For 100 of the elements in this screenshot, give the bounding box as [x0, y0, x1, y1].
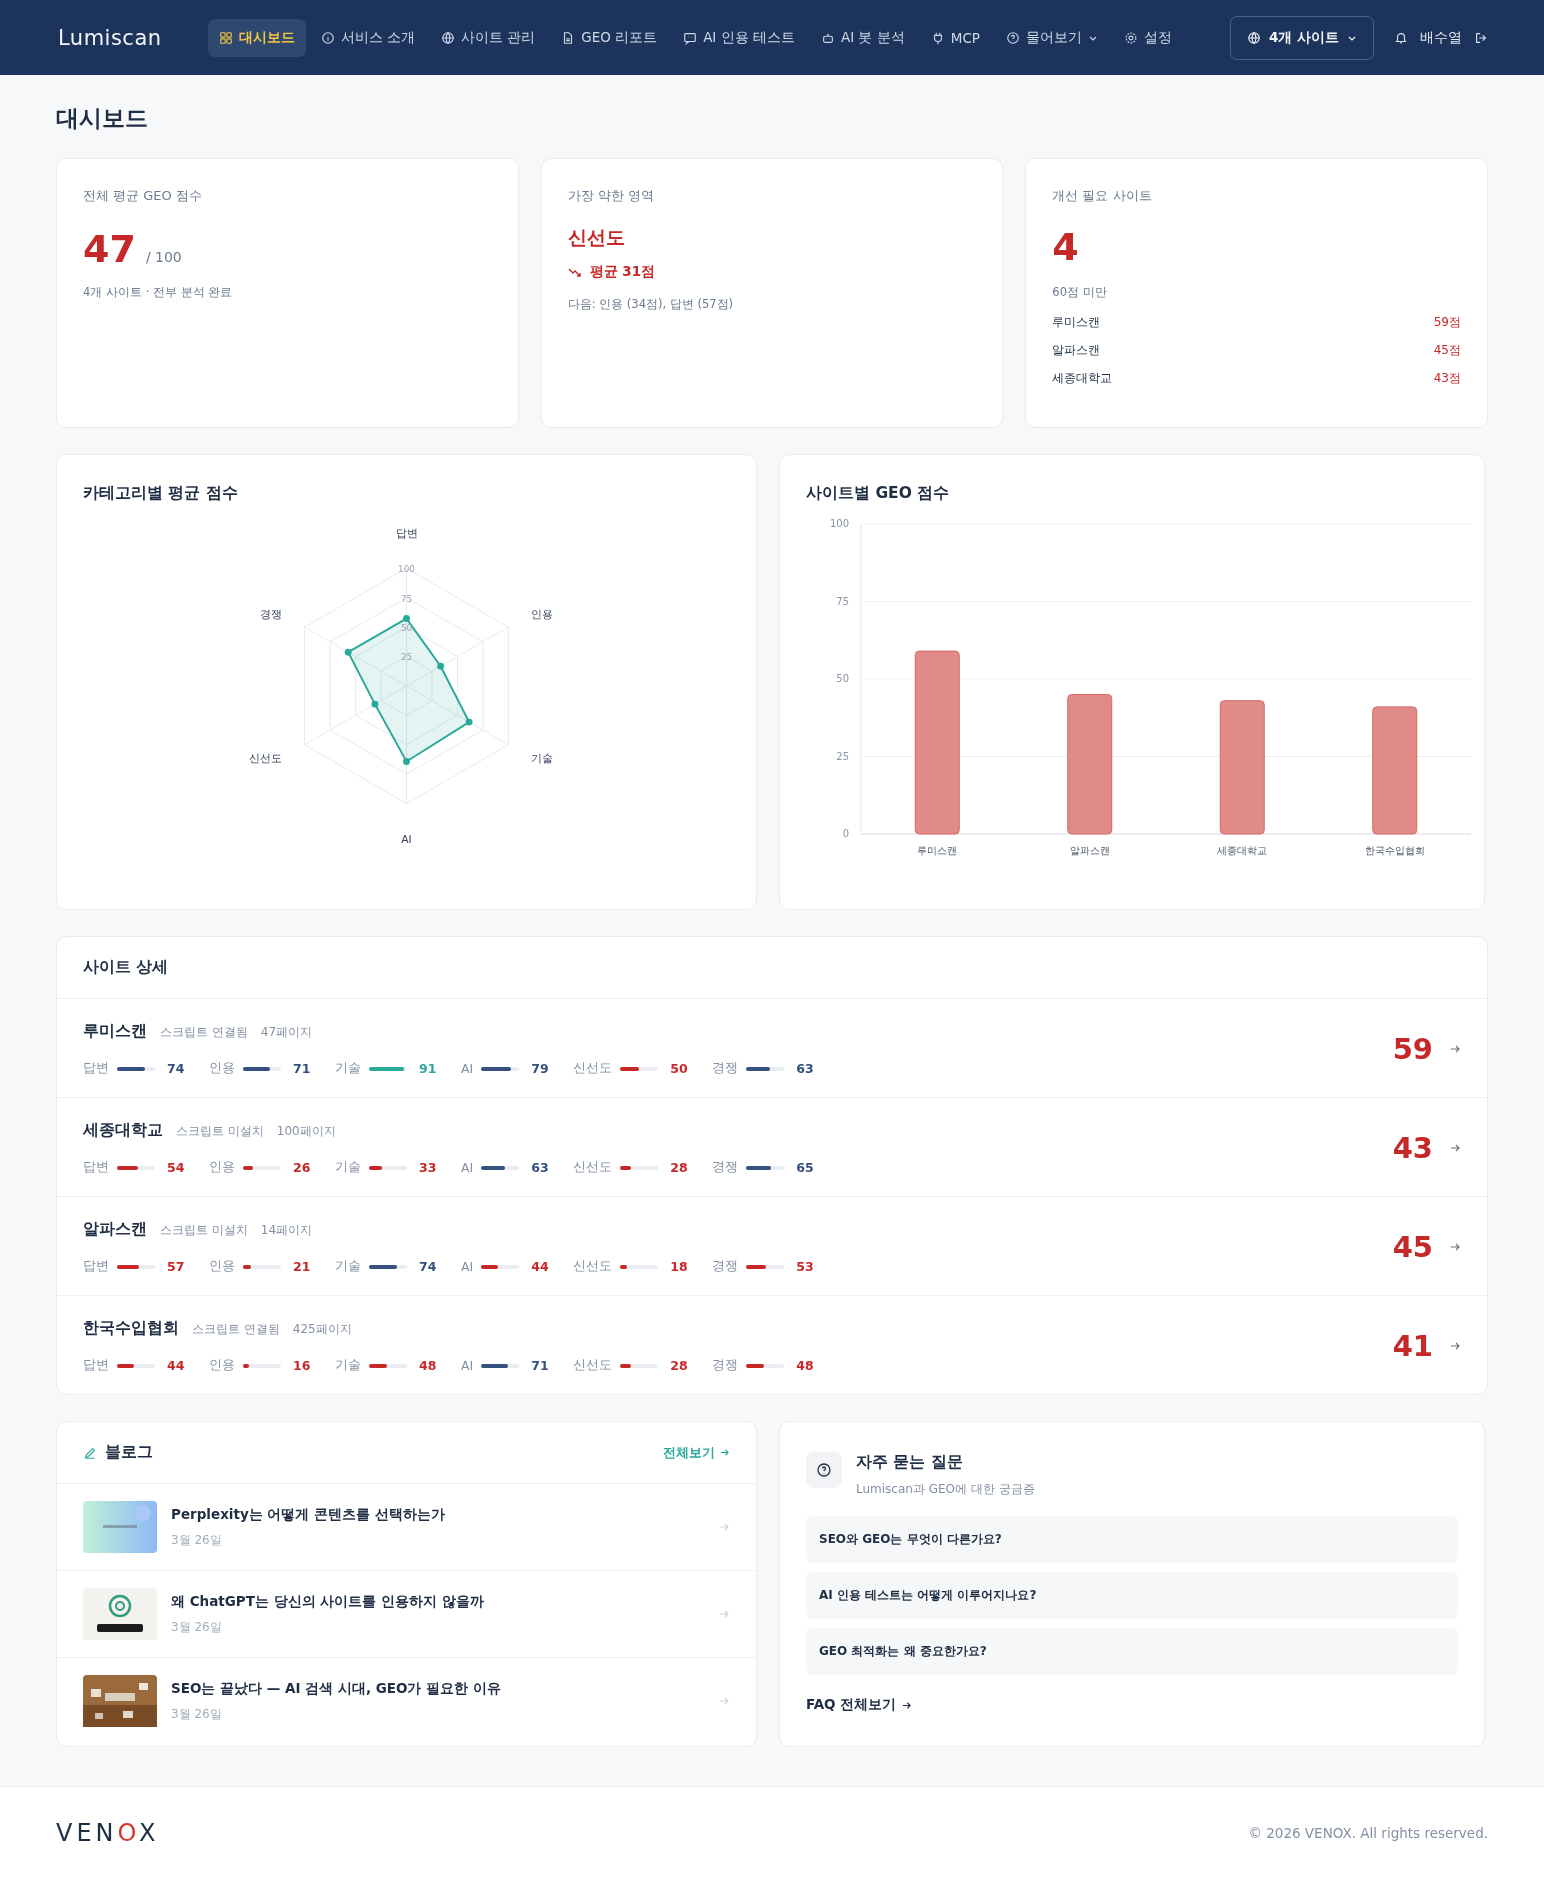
metric-bar — [369, 1363, 407, 1368]
nav-tab[interactable]: MCP — [919, 19, 991, 56]
user-name[interactable]: 배수열 — [1420, 28, 1462, 47]
arrow-right-icon — [1449, 1340, 1461, 1352]
nav-tab[interactable]: AI 봇 분석 — [809, 18, 916, 57]
metric-bar — [746, 1066, 785, 1071]
metric-label: 답변 — [83, 1258, 109, 1275]
faq-link[interactable]: FAQ 전체보기 — [806, 1696, 913, 1714]
metric-value: 33 — [419, 1160, 438, 1175]
metric-label: 답변 — [83, 1060, 109, 1077]
metric-bar — [369, 1264, 407, 1269]
category-label: 세종대학교 — [1217, 845, 1268, 856]
site-row[interactable]: 알파스캔 스크립트 미설치 14페이지 답변 57 인용 21 기술 74 AI 44 신선도 18 경쟁 53 45 — [57, 1197, 1487, 1296]
metric-label: 기술 — [335, 1159, 361, 1176]
script-status: 스크립트 연결됨 — [192, 1321, 280, 1338]
nav-tab[interactable]: 서비스 소개 — [309, 18, 426, 57]
post-date: 3월 26일 — [171, 1705, 223, 1723]
weakest-area: 신선도 — [567, 225, 977, 251]
metric-value: 53 — [796, 1259, 815, 1274]
site-row[interactable]: 루미스캔 스크립트 연결됨 47페이지 답변 74 인용 71 기술 91 AI 79 신선도 50 경쟁 63 59 — [57, 999, 1487, 1098]
metric-label: 인용 — [209, 1159, 235, 1176]
site-score: 59점 — [1433, 314, 1461, 331]
metric-bar — [117, 1066, 155, 1071]
card-note: 60점 미만 — [1052, 285, 1108, 300]
section-title: 블로그 — [105, 1442, 153, 1463]
nav-tab[interactable]: 대시보드 — [207, 18, 306, 57]
logo[interactable]: Lumiscan — [58, 25, 162, 50]
info-icon — [320, 30, 335, 45]
nav-tab[interactable]: 물어보기 — [994, 18, 1109, 57]
site-score: 43 — [1392, 1131, 1433, 1165]
card-label: 전체 평균 GEO 점수 — [83, 187, 203, 205]
bell-icon[interactable] — [1394, 30, 1408, 45]
settings-icon — [1123, 30, 1138, 45]
post-title: Perplexity는 어떻게 콘텐츠를 선택하는가 — [171, 1505, 446, 1524]
page-count: 14페이지 — [260, 1222, 313, 1239]
metric-value: 44 — [531, 1259, 550, 1274]
tick-label: 100 — [398, 564, 415, 575]
site-score: 59 — [1392, 1032, 1433, 1066]
copyright: © 2026 VENOX. All rights reserved. — [1248, 1825, 1488, 1841]
metric-value: 74 — [419, 1259, 438, 1274]
help-icon — [806, 1452, 842, 1488]
metric-value: 57 — [167, 1259, 186, 1274]
script-status: 스크립트 미설치 — [176, 1123, 264, 1140]
faq-question[interactable]: SEO와 GEO는 무엇이 다른가요? — [806, 1516, 1458, 1563]
metric-label: 인용 — [209, 1060, 235, 1077]
nav-tab[interactable]: 사이트 관리 — [429, 18, 547, 57]
metric-value: 50 — [670, 1061, 689, 1076]
metric-bar — [117, 1363, 155, 1368]
nav-tab[interactable]: 설정 — [1112, 18, 1183, 57]
section-title: 자주 묻는 질문 — [856, 1452, 964, 1473]
metric-bar — [243, 1066, 281, 1071]
metric-bar — [117, 1165, 155, 1170]
site-row[interactable]: 한국수입협회 스크립트 연결됨 425페이지 답변 44 인용 16 기술 48 AI 71 신선도 28 경쟁 48 41 — [57, 1296, 1487, 1394]
metric-value: 48 — [796, 1358, 815, 1373]
metric-value: 44 — [167, 1358, 186, 1373]
nav-tab[interactable]: GEO 리포트 — [550, 18, 669, 57]
metric-label: 인용 — [209, 1357, 235, 1374]
blog-post[interactable]: Perplexity는 어떻게 콘텐츠를 선택하는가 3월 26일 — [57, 1484, 756, 1571]
arrow-right-icon — [1449, 1142, 1461, 1154]
axis-label: 신선도 — [249, 751, 283, 765]
nav-tab[interactable]: AI 인용 테스트 — [672, 18, 806, 57]
blog-post[interactable]: 왜 ChatGPT는 당신의 사이트를 인용하지 않을까 3월 26일 — [57, 1571, 756, 1658]
globe-icon — [1246, 30, 1261, 45]
site-row[interactable]: 세종대학교 스크립트 미설치 100페이지 답변 54 인용 26 기술 33 AI 63 신선도 28 경쟁 65 43 — [57, 1098, 1487, 1197]
data-point — [437, 662, 445, 670]
grid-icon — [218, 30, 233, 45]
site-name: 세종대학교 — [83, 1120, 163, 1141]
site-score: 45 — [1392, 1230, 1433, 1264]
faq-question[interactable]: GEO 최적화는 왜 중요한가요? — [806, 1628, 1458, 1675]
metric-label: AI — [461, 1259, 474, 1274]
score-max: / 100 — [145, 249, 182, 265]
section-title: 사이트 상세 — [57, 937, 1487, 999]
data-point — [344, 648, 352, 656]
metric-bar — [746, 1264, 785, 1269]
faq-question[interactable]: AI 인용 테스트는 어떻게 이루어지나요? — [806, 1572, 1458, 1619]
blog-post[interactable]: SEO는 끝났다 — AI 검색 시대, GEO가 필요한 이유 3월 26일 — [57, 1658, 756, 1744]
metric-label: AI — [461, 1160, 474, 1175]
metric-bar — [243, 1264, 281, 1269]
metric-label: 기술 — [335, 1357, 361, 1374]
metric-label: 경쟁 — [712, 1357, 739, 1374]
chart-title: 사이트별 GEO 점수 — [806, 483, 951, 504]
tick-label: 50 — [400, 623, 413, 633]
area-average: 평균 31점 — [589, 263, 656, 281]
metric-label: 신선도 — [573, 1159, 613, 1176]
arrow-right-icon — [719, 1447, 730, 1458]
metric-value: 26 — [293, 1160, 312, 1175]
arrow-right-icon — [718, 1695, 730, 1707]
site-name: 알파스캔 — [83, 1219, 147, 1240]
metric-label: 답변 — [83, 1159, 109, 1176]
metric-value: 63 — [796, 1061, 815, 1076]
logout-icon[interactable] — [1474, 30, 1488, 45]
metric-value: 74 — [167, 1061, 186, 1076]
data-point — [465, 718, 473, 726]
metric-label: 신선도 — [573, 1060, 613, 1077]
metric-bar — [746, 1165, 785, 1170]
site-selector[interactable]: 4개 사이트 — [1229, 15, 1374, 60]
data-point — [371, 700, 379, 708]
script-status: 스크립트 연결됨 — [160, 1024, 248, 1041]
axis-label: 기술 — [530, 751, 553, 765]
arrow-right-icon — [718, 1521, 730, 1533]
